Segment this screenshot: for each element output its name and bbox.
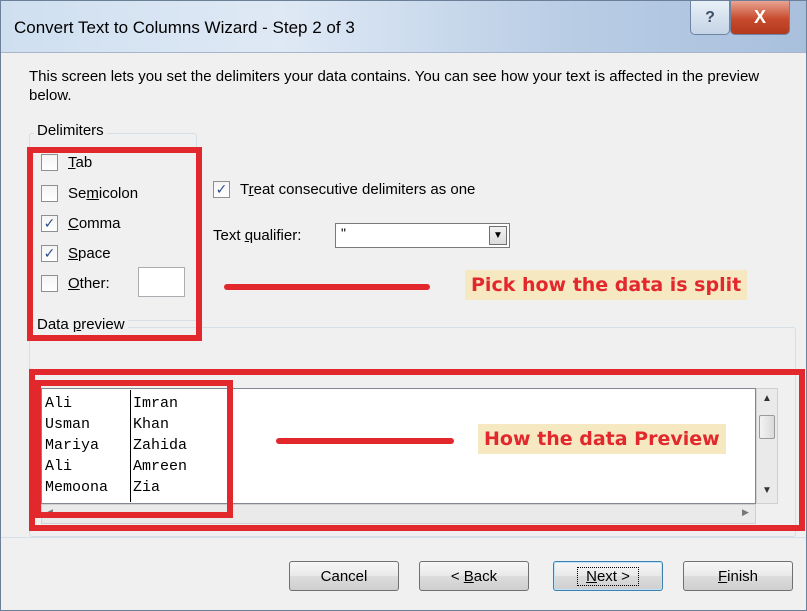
back-button-label: < Back [450,567,498,585]
footer-separator [1,537,806,538]
finish-button[interactable]: Finish [683,561,793,591]
delimiters-highlight [27,147,202,341]
help-button[interactable]: ? [690,1,730,35]
text-qualifier-value: " [341,225,346,241]
consecutive-checkbox-checkmark-icon[interactable]: ✓ [213,180,230,198]
split-pointer-line [224,284,430,290]
help-icon: ? [705,8,715,26]
window-title: Convert Text to Columns Wizard - Step 2 … [14,18,355,37]
next-button[interactable]: Next > [553,561,663,591]
intro-text: This screen lets you set the delimiters … [29,68,760,104]
preview-annotation: How the data Preview [478,424,726,454]
text-qualifier-select[interactable]: " ▼ [335,223,510,248]
back-button[interactable]: < Back [419,561,529,591]
close-icon: X [753,7,766,27]
finish-button-label: Finish [717,567,759,585]
text-qualifier-label: Text qualifier: [213,227,302,244]
title-bar: Convert Text to Columns Wizard - Step 2 … [1,1,806,53]
preview-columns-highlight [35,380,233,518]
cancel-button[interactable]: Cancel [289,561,399,591]
close-button[interactable]: X [730,1,790,35]
delimiters-label: Delimiters [34,122,107,139]
cancel-button-label: Cancel [320,567,368,585]
wizard-dialog: Convert Text to Columns Wizard - Step 2 … [0,0,807,611]
next-button-label: Next > [577,566,639,586]
consecutive-checkbox-label: Treat consecutive delimiters as one [240,180,476,198]
consecutive-delimiters-checkbox[interactable]: ✓ Treat consecutive delimiters as one [213,178,475,200]
split-annotation: Pick how the data is split [465,270,748,300]
chevron-down-icon[interactable]: ▼ [489,226,507,245]
preview-pointer-line [276,438,454,444]
